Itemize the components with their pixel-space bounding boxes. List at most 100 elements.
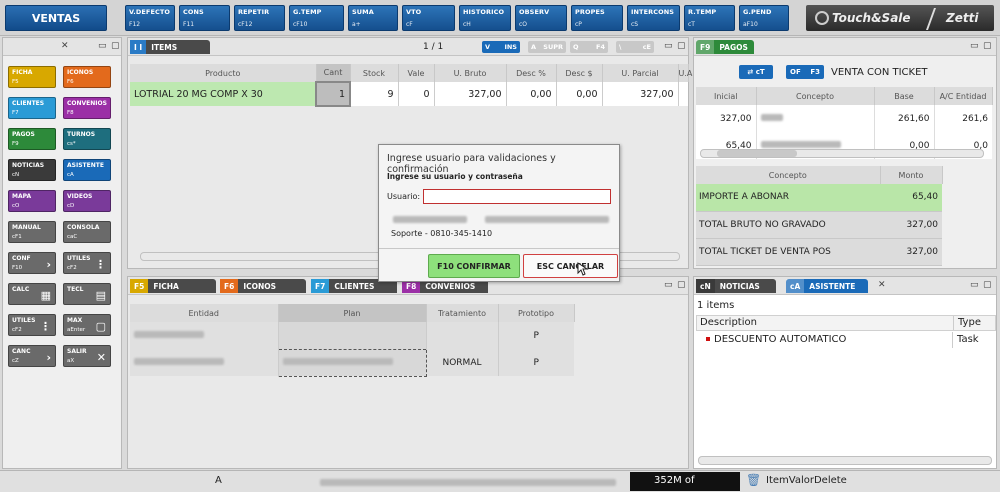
- total-row[interactable]: TOTAL TICKET DE VENTA POS 327,00: [696, 238, 942, 266]
- col-header[interactable]: U.A: [678, 64, 692, 82]
- table-row[interactable]: 327,00 261,60 261,6: [696, 105, 992, 132]
- close-icon[interactable]: ✕: [878, 280, 886, 290]
- mode-f4-button[interactable]: Q F4: [570, 41, 608, 53]
- shortcut-pagos-button[interactable]: PAGOS F9: [8, 128, 56, 150]
- col-header[interactable]: A/C Entidad: [934, 87, 993, 105]
- cell-cant[interactable]: 1: [315, 81, 351, 107]
- tab-ficha[interactable]: F5 FICHA: [130, 279, 216, 293]
- asistente-panel-header: cN NOTICIAS cA ASISTENTE ✕ ▭ ▢: [694, 277, 996, 295]
- shortcut-videos-button[interactable]: VIDEOS cD: [63, 190, 111, 212]
- table-row[interactable]: NORMAL P: [130, 348, 574, 377]
- col-header[interactable]: U. Bruto: [434, 64, 507, 82]
- cell-desc_pct[interactable]: 0,00: [506, 82, 557, 106]
- shortcut-consola-button[interactable]: CONSOLA caC: [63, 221, 111, 243]
- trash-icon[interactable]: 🗑: [746, 473, 761, 487]
- mode-supr-button[interactable]: A SUPR: [528, 41, 566, 53]
- toolbar-propes-button[interactable]: PROPES cP: [571, 5, 623, 31]
- shortcut-calc-button[interactable]: CALC ▦: [8, 283, 56, 305]
- cell-u_parcial[interactable]: 327,00: [602, 82, 679, 106]
- total-row[interactable]: TOTAL BRUTO NO GRAVADO 327,00: [696, 211, 942, 239]
- minimize-icon[interactable]: ▭: [970, 280, 979, 290]
- ventas-button[interactable]: VENTAS: [5, 5, 107, 31]
- horizontal-scrollbar[interactable]: [700, 149, 984, 158]
- shortcut-utiles-button[interactable]: UTILES cF2 ⋮: [8, 314, 56, 336]
- tab-noticias[interactable]: cN NOTICIAS: [696, 279, 776, 293]
- mode-ce-button[interactable]: \ cE: [616, 41, 654, 53]
- usuario-input[interactable]: [423, 189, 611, 204]
- toolbar-historico-button[interactable]: HISTORICO cH: [459, 5, 511, 31]
- tab-pagos[interactable]: F9 PAGOS: [696, 40, 754, 54]
- maximize-icon[interactable]: ▢: [677, 280, 686, 290]
- col-header[interactable]: Cant: [316, 64, 351, 82]
- col-header[interactable]: Desc $: [556, 64, 603, 82]
- maximize-icon[interactable]: ▢: [677, 41, 686, 51]
- col-header[interactable]: Inicial: [696, 87, 757, 105]
- tab-items[interactable]: I I ITEMS: [130, 40, 210, 54]
- shortcut-tecl-button[interactable]: TECL ▤: [63, 283, 111, 305]
- shortcut-manual-button[interactable]: MANUAL cF1: [8, 221, 56, 243]
- table-row[interactable]: LOTRIAL 20 MG COMP X 30 1 9 0 327,00 0,00 0,00…: [130, 81, 688, 107]
- toolbar-r-temp-button[interactable]: R.TEMP cT: [684, 5, 735, 31]
- cell-desc_amt[interactable]: 0,00: [556, 82, 603, 106]
- toolbar-repetir-button[interactable]: REPETIR cF12: [234, 5, 285, 31]
- shortcut-asistente-button[interactable]: ASISTENTE cA: [63, 159, 111, 181]
- toolbar-g-temp-button[interactable]: G.TEMP cF10: [289, 5, 344, 31]
- scrollbar-thumb[interactable]: [717, 150, 797, 157]
- ticket-ct-button[interactable]: ⇄ cT: [739, 65, 773, 79]
- col-header[interactable]: Entidad: [130, 304, 279, 322]
- col-header[interactable]: Plan: [278, 304, 427, 322]
- col-header[interactable]: Monto: [880, 166, 943, 184]
- shortcut-conf-button[interactable]: CONF F10 ›: [8, 252, 56, 274]
- tab-asistente[interactable]: cA ASISTENTE: [786, 279, 868, 293]
- cell-stock[interactable]: 9: [350, 82, 399, 106]
- shortcut-mapa-button[interactable]: MAPA cO: [8, 190, 56, 212]
- ticket-f3-button[interactable]: OF F3: [786, 65, 824, 79]
- shortcut-max-button[interactable]: MAX aEnter ▢: [63, 314, 111, 336]
- shortcut-iconos-button[interactable]: ICONOS F6: [63, 66, 111, 88]
- maximize-icon[interactable]: ▢: [983, 280, 992, 290]
- shortcut-clientes-button[interactable]: CLIENTES F7: [8, 97, 56, 119]
- toolbar-intercons-button[interactable]: INTERCONS cS: [627, 5, 680, 31]
- toolbar-v-defecto-button[interactable]: V.DEFECTO F12: [125, 5, 175, 31]
- col-header[interactable]: Tratamiento: [426, 304, 499, 322]
- shortcut-noticias-button[interactable]: NOTICIAS cN: [8, 159, 56, 181]
- cell-u_bruto[interactable]: 327,00: [434, 82, 507, 106]
- col-header[interactable]: Vale: [398, 64, 435, 82]
- shortcut-canc-button[interactable]: CANC cZ ›: [8, 345, 56, 367]
- col-header[interactable]: Base: [874, 87, 935, 105]
- col-header[interactable]: Concepto: [696, 166, 881, 184]
- shortcut-convenios-button[interactable]: CONVENIOS F8: [63, 97, 111, 119]
- col-header[interactable]: Prototipo: [498, 304, 575, 322]
- col-header[interactable]: Concepto: [756, 87, 875, 105]
- mode-ins-button[interactable]: V INS: [482, 41, 520, 53]
- minimize-icon[interactable]: ▭: [664, 280, 673, 290]
- cell-vale[interactable]: 0: [398, 82, 435, 106]
- maximize-icon[interactable]: ▢: [983, 41, 992, 51]
- col-header[interactable]: Stock: [350, 64, 399, 82]
- list-item[interactable]: DESCUENTO AUTOMATICO Task: [696, 332, 996, 348]
- col-header[interactable]: Desc %: [506, 64, 557, 82]
- confirm-button[interactable]: F10 CONFIRMAR: [428, 254, 520, 278]
- cell-producto[interactable]: LOTRIAL 20 MG COMP X 30: [130, 82, 317, 106]
- cancel-button[interactable]: ESC CANCELAR: [523, 254, 618, 278]
- col-header[interactable]: Producto: [130, 64, 317, 82]
- minimize-icon[interactable]: ▭: [970, 41, 979, 51]
- total-row[interactable]: IMPORTE A ABONAR 65,40: [696, 184, 942, 212]
- shortcut-ficha-button[interactable]: FICHA F5: [8, 66, 56, 88]
- toolbar-suma-button[interactable]: SUMA a+: [348, 5, 398, 31]
- shortcut-salir-button[interactable]: SALIR aX ✕: [63, 345, 111, 367]
- horizontal-scrollbar[interactable]: [698, 456, 992, 465]
- shortcut-turnos-button[interactable]: TURNOS cs*: [63, 128, 111, 150]
- tab-iconos[interactable]: F6 ICONOS: [220, 279, 306, 293]
- toolbar-g-pend-button[interactable]: G.PEND aF10: [739, 5, 789, 31]
- toolbar-observ-button[interactable]: OBSERV cO: [515, 5, 567, 31]
- toolbar-cons-button[interactable]: CONS F11: [179, 5, 230, 31]
- minimize-icon[interactable]: ▭: [664, 41, 673, 51]
- shortcut-utiles-button[interactable]: UTILES cF2 ⋮: [63, 252, 111, 274]
- close-icon[interactable]: ✕: [61, 41, 69, 51]
- toolbar-vto-button[interactable]: VTO cF: [402, 5, 455, 31]
- maximize-icon[interactable]: ▢: [111, 41, 120, 51]
- table-row[interactable]: P: [130, 322, 574, 349]
- col-header[interactable]: U. Parcial: [602, 64, 679, 82]
- minimize-icon[interactable]: ▭: [98, 41, 107, 51]
